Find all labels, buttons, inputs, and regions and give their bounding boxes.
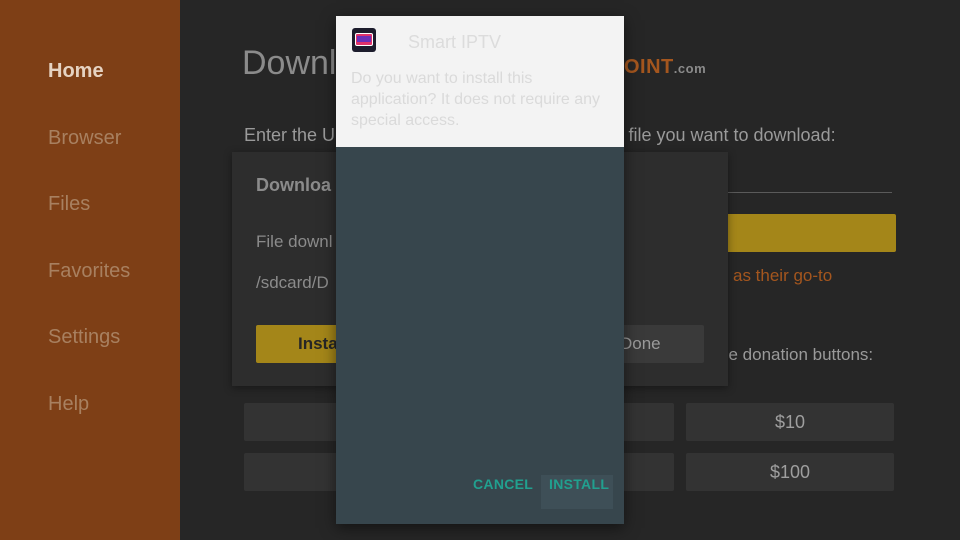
donate-button-100[interactable]: $100 <box>686 453 894 491</box>
sidebar-item-files[interactable]: Files <box>48 193 90 216</box>
download-dialog-path: /sdcard/D <box>256 273 329 292</box>
brand-logo-suffix: .com <box>673 61 707 76</box>
install-button[interactable]: INSTALL <box>549 476 609 492</box>
install-modal-header: Smart IPTV Do you want to install this a… <box>336 16 624 147</box>
brand-logo-main: OINT <box>624 56 674 78</box>
cancel-button[interactable]: CANCEL <box>473 476 533 492</box>
url-input[interactable] <box>700 192 892 193</box>
donate-button-10[interactable]: $10 <box>686 403 894 441</box>
app-name: Smart IPTV <box>408 32 502 52</box>
download-dialog-title: Downloa <box>256 175 331 195</box>
app-icon <box>352 28 376 52</box>
donate-button-10-label: $10 <box>774 411 806 432</box>
page-title: Downl <box>242 44 337 82</box>
go-button[interactable] <box>700 214 896 252</box>
brand-logo: OINT.com <box>624 56 706 79</box>
donation-text: se donation buttons: <box>720 345 874 364</box>
sidebar-item-browser[interactable]: Browser <box>48 127 121 150</box>
sidebar-item-settings[interactable]: Settings <box>48 326 120 349</box>
sidebar: Home Browser Files Favorites Settings He… <box>0 0 180 540</box>
promo-text: as their go-to <box>733 266 833 285</box>
install-message: Do you want to install this application?… <box>351 70 601 129</box>
sidebar-item-help[interactable]: Help <box>48 393 89 416</box>
sidebar-item-favorites[interactable]: Favorites <box>48 260 130 283</box>
install-modal: Smart IPTV Do you want to install this a… <box>336 16 624 524</box>
download-dialog-message: File downl <box>256 232 333 251</box>
tv-screen-icon <box>357 36 371 42</box>
sidebar-item-home[interactable]: Home <box>48 60 104 83</box>
donate-button-100-label: $100 <box>769 461 811 482</box>
